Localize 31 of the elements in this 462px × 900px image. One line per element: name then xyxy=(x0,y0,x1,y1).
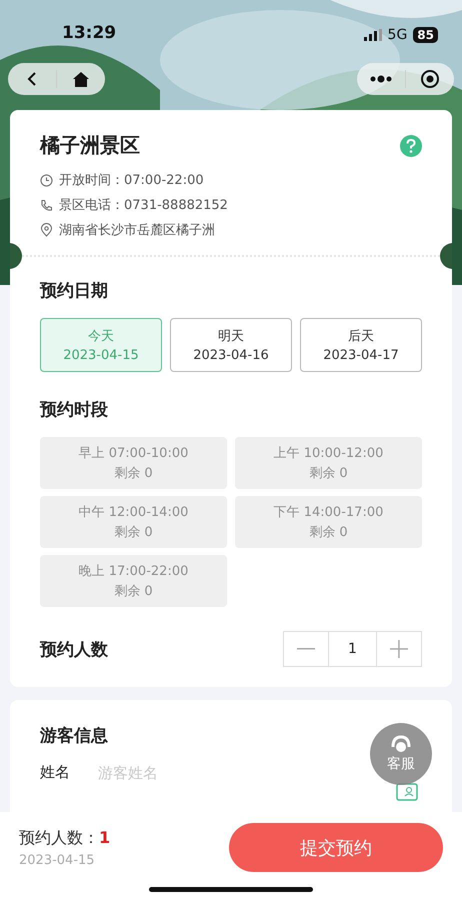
help-icon[interactable] xyxy=(400,134,422,156)
battery-level: 85 xyxy=(413,27,438,43)
headset-icon xyxy=(390,735,412,755)
booking-count: 预约人数：1 xyxy=(19,828,110,849)
home-icon xyxy=(72,70,90,88)
plus-icon xyxy=(390,640,408,658)
phone-icon xyxy=(40,198,53,212)
opening-hours: 开放时间：07:00-22:00 xyxy=(59,172,204,189)
date-option[interactable]: 明天 2023-04-16 xyxy=(170,318,292,372)
field-label: 姓名 xyxy=(40,763,70,782)
section-title: 预约时段 xyxy=(40,399,108,421)
back-icon xyxy=(26,71,38,87)
scenic-name: 橘子洲景区 xyxy=(40,132,140,159)
booking-date: 2023-04-15 xyxy=(19,853,96,868)
section-title: 游客信息 xyxy=(40,725,108,747)
date-option[interactable]: 后天 2023-04-17 xyxy=(300,318,422,372)
target-icon xyxy=(420,69,440,89)
minus-icon xyxy=(297,648,315,650)
status-time: 13:29 xyxy=(62,23,116,43)
signal-icon xyxy=(364,29,382,41)
date-option[interactable]: 今天 2023-04-15 xyxy=(40,318,162,372)
phone-number: 景区电话：0731-88882152 xyxy=(59,197,228,214)
address: 湖南省长沙市岳麓区橘子洲 xyxy=(59,222,215,239)
network-label: 5G xyxy=(388,27,408,43)
clock-icon xyxy=(40,174,53,186)
section-title: 预约人数 xyxy=(40,638,108,660)
section-title: 预约日期 xyxy=(40,280,108,302)
location-icon xyxy=(40,223,53,237)
submit-button[interactable]: 提交预约 xyxy=(229,823,443,872)
more-icon xyxy=(370,75,392,83)
id-card-icon[interactable] xyxy=(396,783,418,801)
